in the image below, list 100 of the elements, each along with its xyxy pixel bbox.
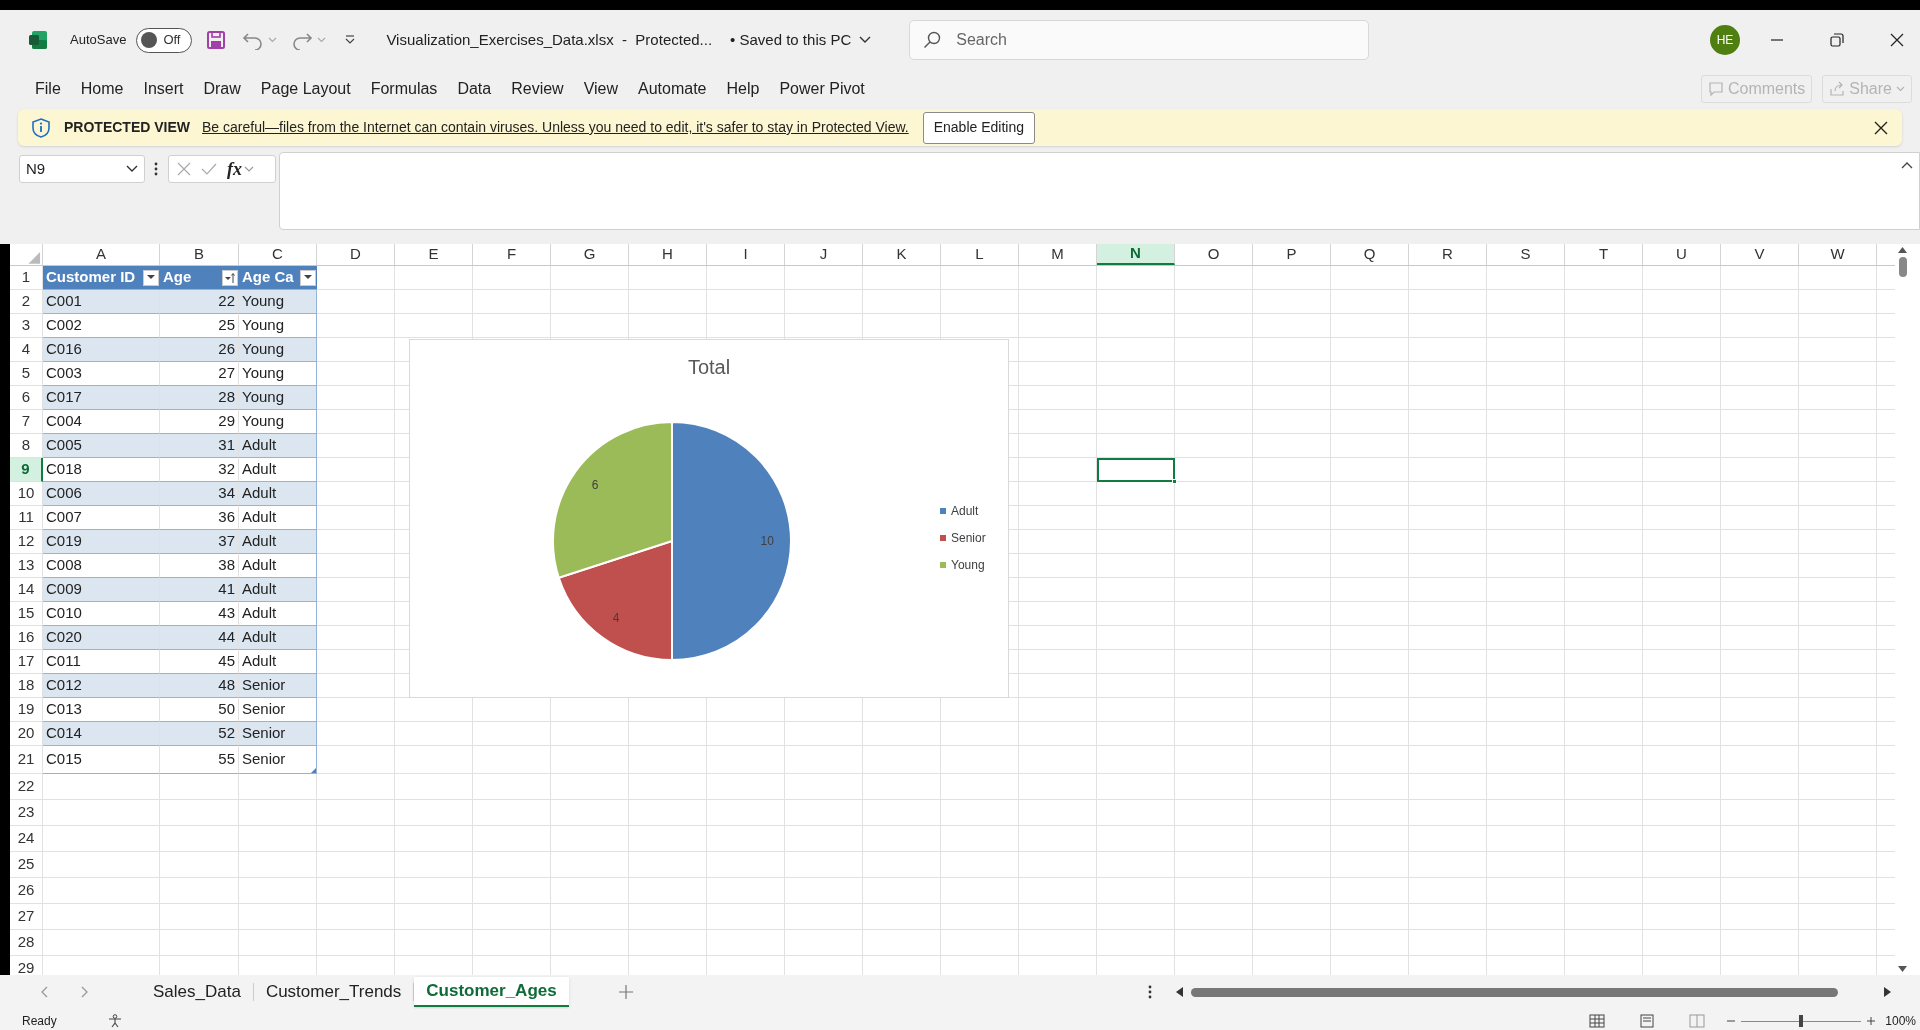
ribbon-tab[interactable]: Help — [716, 77, 770, 101]
enable-editing-button[interactable]: Enable Editing — [922, 111, 1035, 144]
row-header[interactable]: 22 — [10, 774, 43, 800]
column-header[interactable]: O — [1175, 244, 1253, 265]
column-header[interactable]: K — [863, 244, 941, 265]
column-header[interactable]: L — [941, 244, 1019, 265]
column-header[interactable]: P — [1253, 244, 1331, 265]
filter-button[interactable] — [143, 269, 159, 286]
column-header[interactable]: C — [239, 244, 317, 265]
table-cell: C005 — [43, 434, 160, 458]
horizontal-scrollbar[interactable] — [1175, 985, 1891, 999]
ribbon-tab[interactable]: Power Pivot — [769, 77, 875, 101]
caret-icon[interactable] — [244, 166, 254, 172]
normal-view-icon[interactable] — [1589, 1013, 1606, 1028]
check-icon[interactable] — [201, 163, 217, 175]
next-sheet-icon[interactable] — [81, 986, 89, 998]
row-header[interactable]: 24 — [10, 826, 43, 852]
ribbon-tab[interactable]: Automate — [628, 77, 717, 101]
sheet-tab[interactable]: Customer_Trends — [253, 977, 414, 1007]
close-icon[interactable] — [1874, 120, 1888, 135]
save-status-button[interactable]: • Saved to this PC — [730, 28, 872, 52]
row-header[interactable]: 9 — [10, 458, 43, 482]
column-header[interactable]: S — [1487, 244, 1565, 265]
column-header[interactable]: R — [1409, 244, 1487, 265]
search-field[interactable]: Search — [909, 20, 1370, 60]
customize-icon[interactable] — [344, 35, 357, 45]
sheet-tab[interactable]: Sales_Data — [141, 977, 253, 1007]
column-header[interactable]: H — [629, 244, 707, 265]
column-header[interactable]: B — [160, 244, 239, 265]
zoom-slider[interactable] — [1741, 1014, 1862, 1027]
undo-icon[interactable] — [242, 30, 265, 50]
comment-icon — [1707, 81, 1724, 97]
collapse-icon[interactable] — [1901, 161, 1913, 169]
close-icon[interactable] — [1890, 33, 1904, 47]
scroll-left-icon[interactable] — [1175, 987, 1183, 997]
filter-button[interactable] — [300, 269, 316, 286]
redo-icon[interactable] — [291, 30, 314, 50]
share-icon — [1829, 81, 1846, 97]
ribbon-tab[interactable]: Data — [447, 77, 502, 101]
previous-sheet-icon[interactable] — [40, 986, 48, 998]
scrollbar-thumb[interactable] — [1190, 987, 1838, 997]
column-header[interactable]: I — [707, 244, 785, 265]
column-header[interactable]: T — [1565, 244, 1643, 265]
row-header[interactable]: 28 — [10, 930, 43, 956]
column-header[interactable]: V — [1721, 244, 1799, 265]
fill-handle[interactable] — [1172, 479, 1177, 484]
insert-function-button[interactable]: fx — [227, 160, 242, 178]
name-box[interactable]: N9 — [19, 155, 145, 183]
cancel-icon[interactable] — [177, 162, 191, 176]
data-label: 6 — [591, 478, 599, 492]
ribbon-tab[interactable]: File — [25, 77, 71, 101]
column-header[interactable]: D — [317, 244, 395, 265]
column-header[interactable]: A — [43, 244, 160, 265]
table-cell: C014 — [43, 722, 160, 746]
dropdown-icon — [147, 275, 155, 280]
ribbon-tab[interactable]: Draw — [193, 77, 251, 101]
more-options-icon[interactable] — [154, 162, 158, 176]
row-header[interactable]: 25 — [10, 852, 43, 878]
ribbon-tab[interactable]: Review — [501, 77, 574, 101]
zoom-slider-thumb[interactable] — [1799, 1014, 1804, 1027]
save-icon[interactable] — [206, 30, 227, 50]
zoom-level[interactable]: 100% — [1885, 1011, 1916, 1030]
column-header[interactable]: G — [551, 244, 629, 265]
scroll-up-icon[interactable] — [1898, 247, 1907, 253]
row-header[interactable]: 27 — [10, 904, 43, 930]
column-header[interactable]: F — [473, 244, 551, 265]
more-options-icon[interactable] — [1147, 985, 1152, 999]
selected-cell[interactable] — [1097, 458, 1175, 482]
column-header[interactable]: N — [1097, 244, 1175, 265]
column-header[interactable]: J — [785, 244, 863, 265]
ribbon-tab[interactable]: Page Layout — [250, 77, 361, 101]
row-header[interactable]: 23 — [10, 800, 43, 826]
table-header-cell[interactable]: Age Ca — [239, 266, 317, 290]
message-link[interactable]: Be careful—files from the Internet can contain viruses. Unless you need to edit, it's safer to stay in Protected View. — [202, 117, 909, 138]
row-header[interactable]: 26 — [10, 878, 43, 904]
table-cell: Adult — [239, 506, 317, 530]
page-layout-icon[interactable] — [1639, 1013, 1656, 1028]
ribbon-tab[interactable]: Formulas — [360, 77, 448, 101]
sort-filter-icon — [224, 271, 236, 284]
column-header[interactable]: W — [1799, 244, 1877, 265]
column-header[interactable]: Q — [1331, 244, 1409, 265]
column-header[interactable]: U — [1643, 244, 1721, 265]
zoom-in-icon[interactable] — [1867, 1016, 1876, 1025]
avatar[interactable]: HE — [1710, 25, 1740, 55]
table-header-cell[interactable]: Age — [160, 266, 239, 290]
scrollbar-thumb[interactable] — [1898, 257, 1907, 277]
column-header[interactable]: E — [395, 244, 473, 265]
sheet-tab[interactable]: Customer_Ages — [414, 977, 569, 1007]
ribbon-tab[interactable]: View — [573, 77, 629, 101]
restore-icon[interactable] — [1830, 33, 1844, 47]
table-header-cell[interactable]: Customer ID — [43, 266, 160, 290]
ribbon-tab[interactable]: Insert — [133, 77, 194, 101]
formula-field[interactable] — [279, 152, 1920, 230]
scroll-down-icon[interactable] — [1898, 966, 1907, 972]
autosave-toggle[interactable]: Off — [136, 27, 193, 53]
accessibility-icon[interactable] — [106, 1013, 123, 1028]
dropdown-icon — [304, 275, 312, 280]
scroll-right-icon[interactable] — [1883, 987, 1891, 997]
ribbon-tab[interactable]: Home — [70, 77, 134, 101]
sort-filter-button[interactable] — [222, 269, 238, 286]
